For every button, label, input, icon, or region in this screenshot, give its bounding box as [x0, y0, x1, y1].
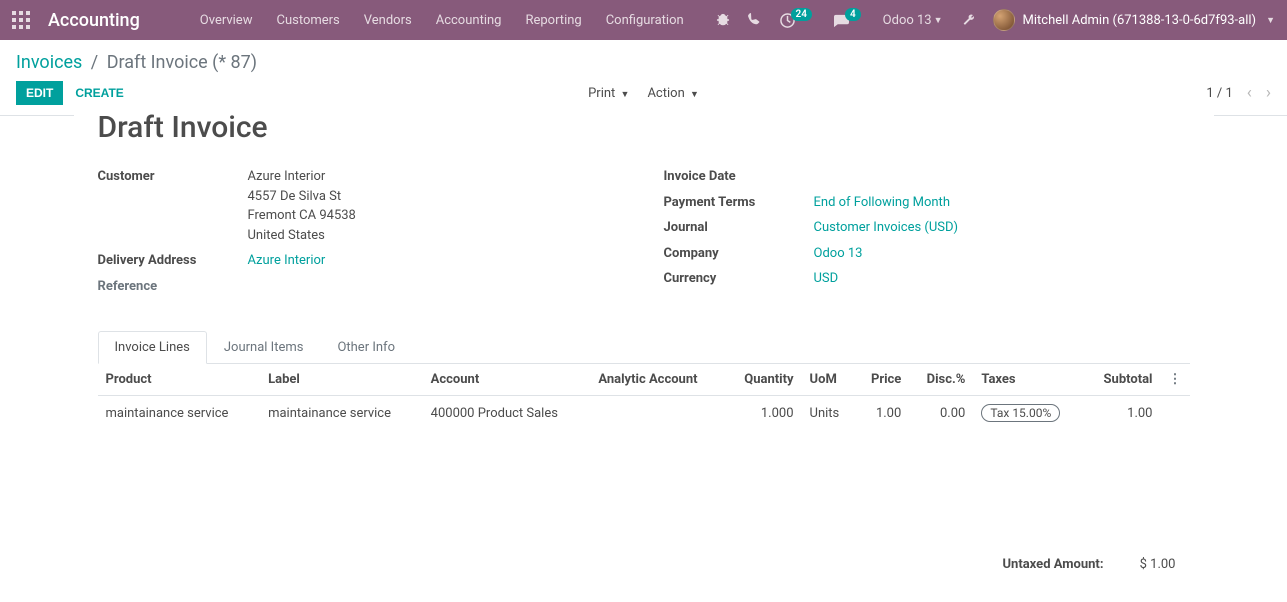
apps-icon[interactable] [12, 11, 30, 29]
th-taxes[interactable]: Taxes [973, 364, 1084, 396]
tax-pill: Tax 15.00% [981, 404, 1060, 422]
company-link[interactable]: Odoo 13 [814, 244, 1190, 264]
tab-invoice-lines[interactable]: Invoice Lines [98, 331, 207, 364]
activity-icon[interactable]: 24 [780, 13, 816, 28]
pager-text: 1 / 1 [1206, 86, 1232, 101]
cell-more [1161, 396, 1190, 431]
cell-disc: 0.00 [909, 396, 973, 431]
address-line2: Fremont CA 94538 [248, 206, 624, 226]
cell-taxes: Tax 15.00% [973, 396, 1084, 431]
breadcrumb-current: Draft Invoice (* 87) [107, 52, 257, 73]
totals: Untaxed Amount: $ 1.00 [98, 551, 1190, 578]
caret-down-icon: ▼ [621, 90, 630, 100]
cell-uom: Units [802, 396, 856, 431]
right-column: Invoice Date Payment Terms End of Follow… [664, 167, 1190, 302]
journal-label: Journal [664, 218, 814, 238]
page-title: Draft Invoice [98, 110, 1190, 145]
pager-prev[interactable]: ‹ [1247, 83, 1252, 103]
invoice-lines-table: Product Label Account Analytic Account Q… [98, 364, 1190, 431]
cell-product: maintainance service [98, 396, 261, 431]
tab-journal-items[interactable]: Journal Items [207, 331, 321, 364]
untaxed-value: $ 1.00 [1118, 553, 1188, 576]
action-label: Action [647, 86, 684, 101]
customer-link[interactable]: Azure Interior [248, 167, 624, 187]
breadcrumb-sep: / [91, 52, 98, 73]
th-subtotal[interactable]: Subtotal [1084, 364, 1160, 396]
th-disc[interactable]: Disc.% [909, 364, 973, 396]
control-bar: Invoices / Draft Invoice (* 87) EDIT CRE… [0, 40, 1287, 116]
bug-icon[interactable] [716, 13, 730, 27]
th-account[interactable]: Account [423, 364, 591, 396]
invoice-date-label: Invoice Date [664, 167, 814, 187]
reference-value [248, 277, 624, 297]
company-switcher[interactable]: Odoo 13 ▼ [883, 13, 943, 28]
currency-link[interactable]: USD [814, 269, 1190, 289]
delivery-label: Delivery Address [98, 251, 248, 271]
avatar [993, 9, 1015, 31]
phone-icon[interactable] [748, 13, 762, 27]
edit-button[interactable]: EDIT [16, 81, 63, 105]
journal-link[interactable]: Customer Invoices (USD) [814, 218, 1190, 238]
company-label: Company [664, 244, 814, 264]
cell-label: maintainance service [260, 396, 423, 431]
pager-next[interactable]: › [1266, 83, 1271, 103]
th-uom[interactable]: UoM [802, 364, 856, 396]
form-sheet: Draft Invoice Customer Azure Interior 45… [74, 110, 1214, 602]
user-name: Mitchell Admin (671388-13-0-6d7f93-all) [1023, 13, 1257, 28]
menu-accounting[interactable]: Accounting [436, 13, 502, 28]
chat-icon[interactable]: 4 [834, 13, 865, 28]
th-product[interactable]: Product [98, 364, 261, 396]
cell-subtotal: 1.00 [1084, 396, 1160, 431]
menu-vendors[interactable]: Vendors [364, 13, 412, 28]
cell-quantity: 1.000 [725, 396, 801, 431]
breadcrumb-root[interactable]: Invoices [16, 52, 82, 73]
tabs: Invoice Lines Journal Items Other Info [98, 330, 1190, 364]
customer-label: Customer [98, 167, 248, 245]
currency-label: Currency [664, 269, 814, 289]
th-more[interactable]: ⋮ [1161, 364, 1190, 396]
company-name: Odoo 13 [883, 13, 932, 28]
th-analytic[interactable]: Analytic Account [590, 364, 725, 396]
untaxed-label: Untaxed Amount: [990, 553, 1115, 576]
caret-down-icon: ▼ [690, 90, 699, 100]
menu-configuration[interactable]: Configuration [606, 13, 684, 28]
breadcrumb: Invoices / Draft Invoice (* 87) [0, 40, 1287, 81]
table-row[interactable]: maintainance service maintainance servic… [98, 396, 1190, 431]
caret-down-icon: ▼ [934, 15, 943, 26]
create-button[interactable]: CREATE [75, 86, 123, 100]
caret-down-icon: ▼ [1266, 15, 1275, 26]
tab-other-info[interactable]: Other Info [320, 331, 412, 364]
delivery-link[interactable]: Azure Interior [248, 251, 624, 271]
left-column: Customer Azure Interior 4557 De Silva St… [98, 167, 624, 302]
top-navbar: Accounting Overview Customers Vendors Ac… [0, 0, 1287, 40]
pager: 1 / 1 ‹ › [1206, 83, 1271, 103]
address-line1: 4557 De Silva St [248, 187, 624, 207]
wrench-icon[interactable] [961, 13, 975, 27]
main-menu: Overview Customers Vendors Accounting Re… [200, 13, 684, 28]
app-brand[interactable]: Accounting [48, 10, 140, 31]
th-price[interactable]: Price [855, 364, 909, 396]
activity-badge: 24 [791, 8, 812, 21]
reference-label: Reference [98, 277, 248, 297]
menu-reporting[interactable]: Reporting [525, 13, 581, 28]
menu-overview[interactable]: Overview [200, 13, 253, 28]
chat-badge: 4 [845, 8, 861, 21]
print-dropdown[interactable]: Print ▼ [588, 86, 629, 101]
th-quantity[interactable]: Quantity [725, 364, 801, 396]
cell-price: 1.00 [855, 396, 909, 431]
cell-account: 400000 Product Sales [423, 396, 591, 431]
cell-analytic [590, 396, 725, 431]
print-label: Print [588, 86, 615, 101]
pager-total: 1 [1225, 86, 1232, 101]
payment-terms-label: Payment Terms [664, 193, 814, 213]
user-menu[interactable]: Mitchell Admin (671388-13-0-6d7f93-all) … [993, 9, 1275, 31]
action-dropdown[interactable]: Action ▼ [647, 86, 698, 101]
invoice-date-value [814, 167, 1190, 187]
pager-current: 1 [1206, 86, 1213, 101]
payment-terms-link[interactable]: End of Following Month [814, 193, 1190, 213]
menu-customers[interactable]: Customers [276, 13, 339, 28]
th-label[interactable]: Label [260, 364, 423, 396]
address-line3: United States [248, 226, 624, 246]
